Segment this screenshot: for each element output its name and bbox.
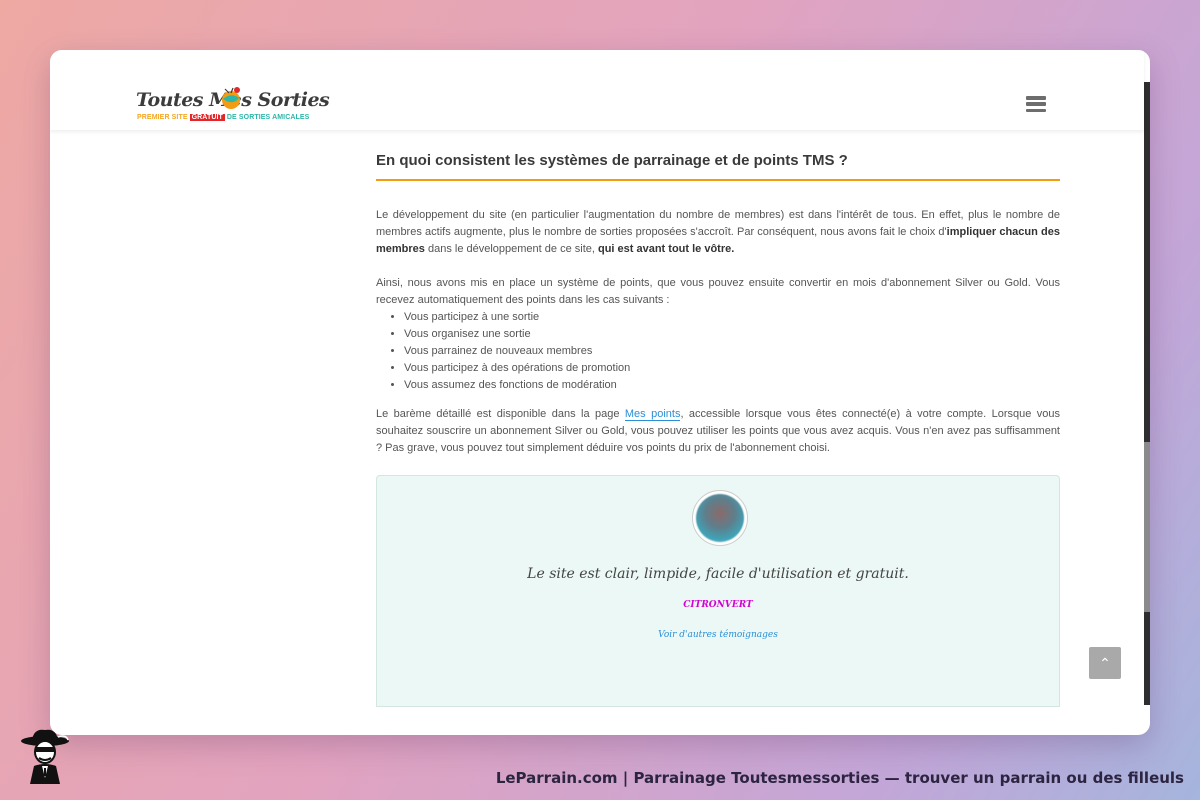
- testimonial-card: Le site est clair, limpide, facile d'uti…: [376, 475, 1060, 707]
- logo-tagline: PREMIER SITE GRATUIT DE SORTIES AMICALES: [137, 114, 309, 121]
- logo-ball-icon: [222, 87, 240, 109]
- avatar: [692, 490, 748, 546]
- testimonial-author[interactable]: CITRONVERT: [377, 600, 1059, 610]
- back-to-top-button[interactable]: ⌃: [1089, 647, 1121, 679]
- list-item: Vous participez à des opérations de prom…: [404, 360, 1060, 377]
- browser-window: Toutes Mes Sorties PREMIER SITEGRATUITDE…: [50, 50, 1150, 735]
- points-list: Vous participez à une sortie Vous organi…: [404, 309, 1060, 394]
- list-item: Vous participez à une sortie: [404, 309, 1060, 326]
- testimonial-quote: Le site est clair, limpide, facile d'uti…: [527, 566, 909, 582]
- leparrain-mascot-icon: [21, 729, 69, 784]
- footer-caption: LeParrain.com | Parrainage Toutesmessort…: [495, 769, 1184, 787]
- bareme-text-a: Le barème détaillé est disponible dans l…: [376, 408, 625, 420]
- list-item: Vous assumez des fonctions de modération: [404, 377, 1060, 394]
- section-title: En quoi consistent les systèmes de parra…: [376, 152, 1060, 181]
- site-logo[interactable]: Toutes Mes Sorties PREMIER SITEGRATUITDE…: [136, 80, 330, 128]
- bareme-paragraph: Le barème détaillé est disponible dans l…: [376, 406, 1060, 457]
- main-content: En quoi consistent les systèmes de parra…: [376, 130, 1060, 707]
- intro-text-b: dans le développement de ce site,: [424, 243, 598, 255]
- site-header: Toutes Mes Sorties PREMIER SITEGRATUITDE…: [50, 50, 1144, 130]
- points-paragraph: Ainsi, nous avons mis en place un systèm…: [376, 277, 1060, 306]
- list-item: Vous organisez une sortie: [404, 326, 1060, 343]
- chevron-up-icon: ⌃: [1099, 655, 1111, 671]
- avatar-photo: [696, 494, 744, 542]
- intro-bold-b: qui est avant tout le vôtre.: [597, 243, 735, 255]
- page-scrollbar[interactable]: [1144, 82, 1150, 705]
- logo-tagline-c: DE SORTIES AMICALES: [226, 114, 310, 121]
- scrollbar-thumb[interactable]: [1144, 442, 1150, 612]
- mes-points-link[interactable]: Mes points: [624, 408, 681, 421]
- intro-paragraph: Le développement du site (en particulier…: [376, 207, 1060, 258]
- logo-tagline-b: GRATUIT: [189, 114, 225, 121]
- more-testimonials-link[interactable]: Voir d'autres témoignages: [377, 630, 1059, 640]
- logo-tagline-a: PREMIER SITE: [137, 114, 188, 121]
- hamburger-icon[interactable]: [1026, 96, 1046, 113]
- list-item: Vous parrainez de nouveaux membres: [404, 343, 1060, 360]
